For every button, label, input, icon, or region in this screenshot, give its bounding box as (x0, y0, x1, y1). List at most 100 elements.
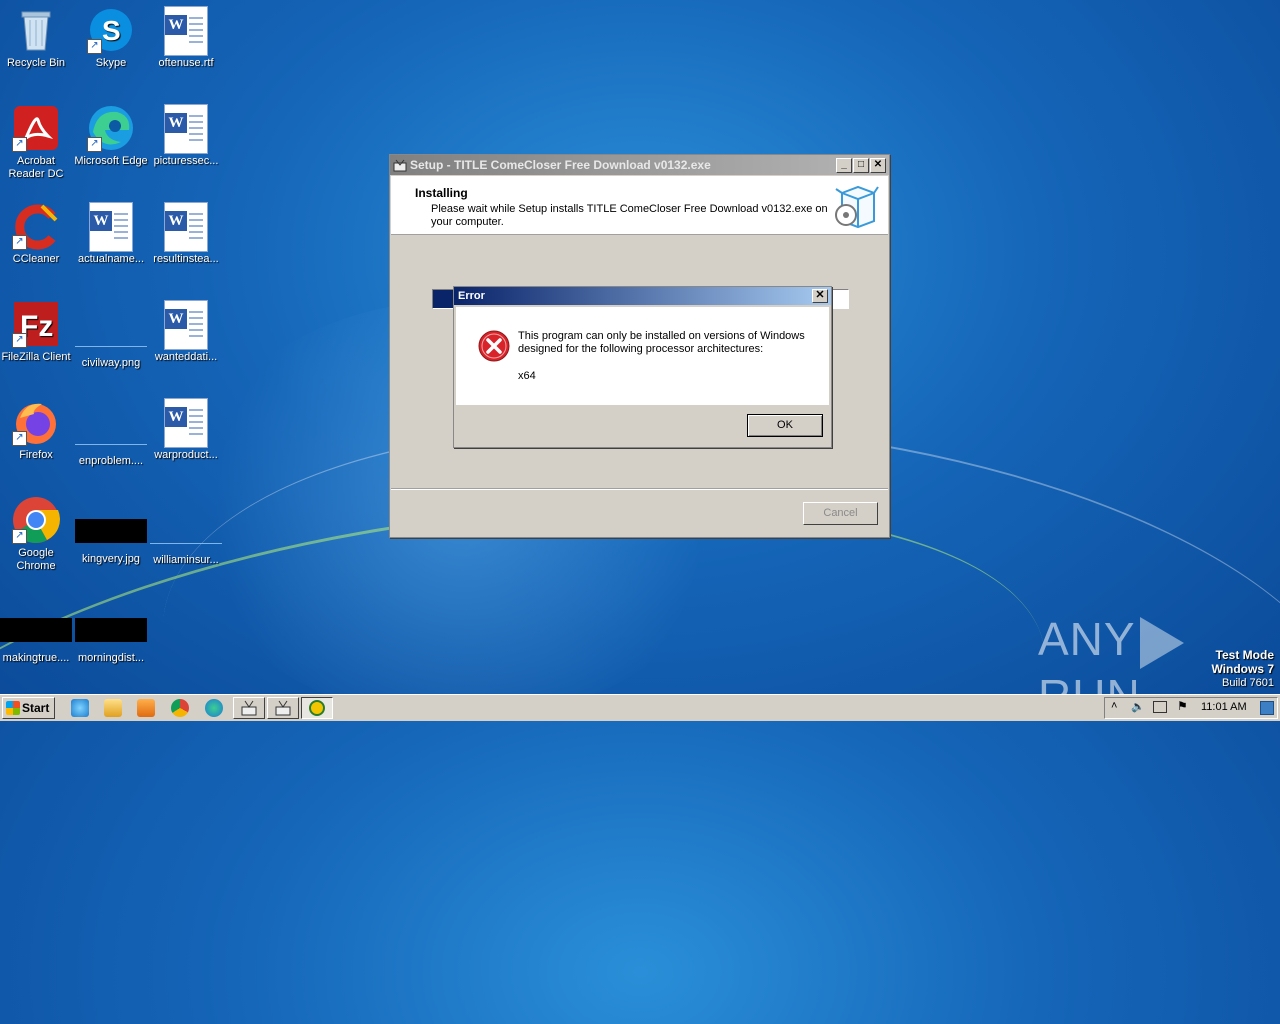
acrobat-icon: ↗ (12, 104, 60, 152)
word-doc-icon: W (162, 398, 210, 448)
recycle-bin-icon (12, 6, 60, 54)
error-message: This program can only be installed on ve… (518, 330, 805, 355)
show-desktop-icon[interactable] (1260, 701, 1274, 715)
desktop-icon-acrobat[interactable]: ↗ Acrobat Reader DC (0, 104, 74, 181)
desktop-icon-chrome[interactable]: ↗ Google Chrome (0, 496, 74, 573)
network-icon[interactable] (1153, 701, 1167, 713)
desktop-icon-morningdist[interactable]: morningdist... (73, 606, 149, 665)
cancel-button[interactable]: Cancel (803, 502, 878, 525)
desktop-icon-label: civilway.png (81, 357, 141, 369)
taskbar-setup-button[interactable] (267, 697, 299, 719)
desktop-icon-warproduct[interactable]: W warproduct... (148, 398, 224, 462)
word-doc-icon: W (162, 104, 210, 154)
desktop-icon-skype[interactable]: S ↗ Skype (73, 6, 149, 70)
installer-box-icon (835, 185, 879, 229)
desktop-icon-resultinstea[interactable]: W resultinstea... (148, 202, 224, 266)
desktop-icon-actualname[interactable]: W actualname... (73, 202, 149, 266)
setup-app-icon (393, 159, 407, 172)
desktop-icon-filezilla[interactable]: Fz ↗ FileZilla Client (0, 300, 74, 364)
image-thumb-icon (75, 322, 147, 347)
desktop-icon-label: williaminsur... (153, 554, 219, 566)
windows-logo-icon (6, 701, 20, 715)
word-doc-icon: W (162, 300, 210, 350)
maximize-button[interactable]: □ (853, 158, 869, 173)
ok-button[interactable]: OK (747, 414, 823, 437)
desktop-icon-label: morningdist... (77, 652, 145, 664)
desktop-icon-label: Google Chrome (16, 547, 56, 572)
word-doc-icon: W (162, 202, 210, 252)
desktop-icon-makingtrue[interactable]: makingtrue.... (0, 606, 74, 665)
desktop-icon-williaminsur[interactable]: williaminsur... (148, 507, 224, 567)
desktop-icon-label: kingvery.jpg (82, 553, 140, 565)
separator (391, 488, 888, 490)
volume-icon[interactable]: 🔈 (1131, 700, 1145, 713)
error-title-bar[interactable]: Error ✕ (454, 287, 831, 305)
desktop-icon-label: wanteddati... (154, 351, 218, 363)
desktop-icon-wanteddati[interactable]: W wanteddati... (148, 300, 224, 364)
desktop-icon-ccleaner[interactable]: ↗ CCleaner (0, 202, 74, 266)
desktop-icon-recycle-bin[interactable]: Recycle Bin (0, 6, 74, 70)
test-mode-notice: Test Mode Windows 7 Build 7601 (1211, 648, 1274, 690)
image-thumb-icon (150, 519, 222, 544)
test-mode-line: Test Mode (1215, 648, 1274, 662)
taskbar-setup-button[interactable] (233, 697, 265, 719)
test-mode-line: Windows 7 (1211, 662, 1274, 676)
error-close-button[interactable]: ✕ (812, 289, 828, 303)
show-hidden-icons-icon[interactable]: ˄ (1111, 700, 1117, 712)
chrome-icon: ↗ (12, 496, 60, 544)
progress-fill (433, 290, 454, 308)
close-button[interactable]: ✕ (870, 158, 886, 173)
setup-taskbar-icon (275, 700, 291, 716)
desktop-icon-kingvery[interactable]: kingvery.jpg (73, 507, 149, 566)
play-icon (1139, 616, 1184, 669)
watermark-left: ANY (1038, 613, 1136, 665)
desktop-icon-label: oftenuse.rtf (158, 57, 214, 69)
explorer-icon[interactable] (104, 699, 122, 717)
word-doc-icon: W (87, 202, 135, 252)
clock[interactable]: 11:01 AM (1201, 701, 1247, 713)
edge-icon: ↗ (87, 104, 135, 152)
media-player-icon[interactable] (137, 699, 155, 717)
image-thumb-icon (0, 618, 72, 642)
image-thumb-icon (75, 618, 147, 642)
desktop-icon-firefox[interactable]: ↗ Firefox (0, 398, 74, 462)
start-label: Start (22, 701, 50, 715)
desktop-icon-label: Firefox (19, 449, 53, 461)
svg-text:S: S (102, 15, 121, 46)
desktop-icon-label: warproduct... (154, 449, 218, 461)
image-thumb-icon (75, 519, 147, 543)
error-architecture: x64 (518, 370, 536, 382)
test-mode-build: Build 7601 (1222, 677, 1274, 689)
desktop-icon-label: resultinstea... (153, 253, 219, 265)
error-dialog-title: Error (458, 290, 485, 302)
error-body: This program can only be installed on ve… (456, 307, 829, 405)
minimize-button[interactable]: _ (836, 158, 852, 173)
desktop-icon-oftenuse[interactable]: W oftenuse.rtf (148, 6, 224, 70)
setup-window-title: Setup - TITLE ComeCloser Free Download v… (410, 158, 711, 172)
ccleaner-icon: ↗ (12, 202, 60, 250)
chrome-taskbar-icon[interactable] (171, 699, 189, 717)
setup-title-bar[interactable]: Setup - TITLE ComeCloser Free Download v… (390, 155, 889, 175)
setup-header-title: Installing (415, 186, 468, 200)
desktop-icon-label: enproblem.... (78, 455, 144, 467)
setup-taskbar-icon (241, 700, 257, 716)
desktop-icon-enproblem[interactable]: enproblem.... (73, 408, 149, 468)
ie-icon[interactable] (71, 699, 89, 717)
desktop-icon-label: makingtrue.... (2, 652, 70, 664)
image-thumb-icon (75, 420, 147, 445)
start-button[interactable]: Start (2, 697, 55, 719)
desktop-icon-label: FileZilla Client (1, 351, 71, 363)
edge-taskbar-icon[interactable] (205, 699, 223, 717)
desktop-icon-label: picturessec... (153, 155, 219, 167)
error-dialog[interactable]: Error ✕ This program can only be install… (453, 286, 832, 448)
taskbar-active-app-button[interactable] (301, 697, 333, 719)
action-center-flag-icon[interactable]: ⚑ (1177, 699, 1188, 713)
error-icon (478, 330, 510, 362)
system-tray: ˄ 🔈 ⚑ 11:01 AM (1104, 697, 1278, 719)
filezilla-icon: Fz ↗ (12, 300, 60, 348)
skype-icon: S ↗ (87, 6, 135, 54)
app-taskbar-icon (309, 700, 325, 716)
desktop-icon-picturessec[interactable]: W picturessec... (148, 104, 224, 168)
desktop-icon-civilway[interactable]: civilway.png (73, 310, 149, 370)
desktop-icon-edge[interactable]: ↗ Microsoft Edge (73, 104, 149, 168)
